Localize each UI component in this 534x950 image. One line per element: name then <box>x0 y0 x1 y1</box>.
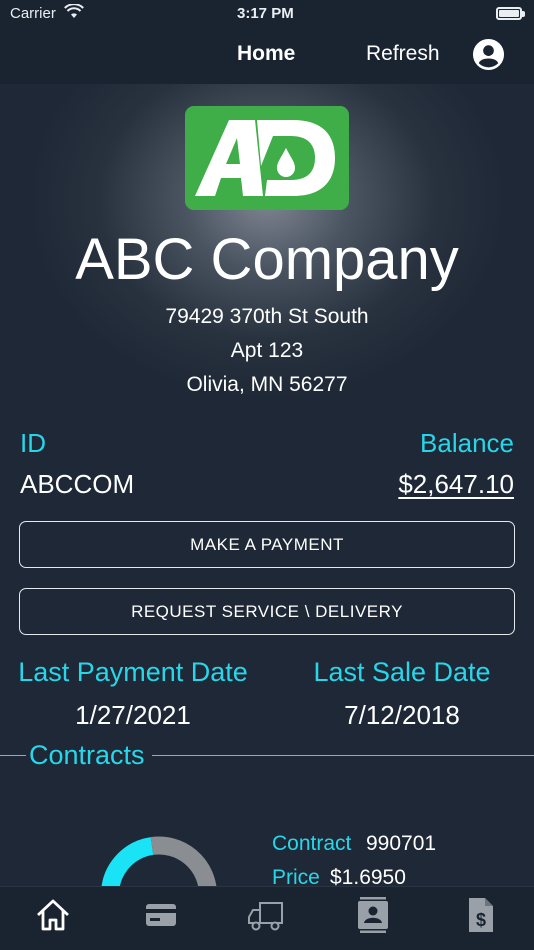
status-bar: Carrier 3:17 PM <box>0 0 534 28</box>
invoice-dollar-icon[interactable]: $ <box>460 895 500 935</box>
company-logo <box>185 106 349 210</box>
battery-icon <box>496 7 525 20</box>
carrier-label: Carrier <box>10 5 56 22</box>
contracts-divider-right <box>152 755 534 756</box>
wifi-icon <box>64 4 84 18</box>
svg-text:$: $ <box>476 910 486 930</box>
address-line-3: Olivia, MN 56277 <box>186 373 348 396</box>
last-payment-date-value: 1/27/2021 <box>75 700 191 730</box>
top-nav-bar: Home Refresh <box>0 28 534 84</box>
last-sale-date-label: Last Sale Date <box>313 657 491 687</box>
profile-icon[interactable] <box>472 38 505 71</box>
id-value: ABCCOM <box>20 469 135 499</box>
contract-label: Contract <box>272 832 352 855</box>
logo-ad-mark <box>195 120 335 196</box>
balance-value-link[interactable]: $2,647.10 <box>398 469 514 500</box>
contracts-divider-left <box>0 755 26 756</box>
nav-refresh-button[interactable]: Refresh <box>366 42 440 66</box>
id-label: ID <box>20 428 46 458</box>
balance-label: Balance <box>420 428 514 458</box>
contract-value: 990701 <box>366 832 437 855</box>
address-line-2: Apt 123 <box>230 339 304 362</box>
company-name: ABC Company <box>75 227 459 292</box>
home-icon[interactable] <box>33 895 73 935</box>
request-service-button[interactable]: REQUEST SERVICE \ DELIVERY <box>19 588 515 635</box>
contact-icon[interactable] <box>353 895 393 935</box>
nav-home-link[interactable]: Home <box>237 42 295 66</box>
contracts-title: Contracts <box>29 740 145 770</box>
address-line-1: 79429 370th St South <box>165 305 369 328</box>
bottom-tab-bar: $ <box>0 886 534 950</box>
truck-icon[interactable] <box>246 895 286 935</box>
last-payment-date-label: Last Payment Date <box>18 657 248 687</box>
credit-card-icon[interactable] <box>141 895 181 935</box>
app-screen: Carrier 3:17 PM Home Refresh ABC Company <box>0 0 534 950</box>
status-time: 3:17 PM <box>237 5 294 22</box>
make-payment-button[interactable]: MAKE A PAYMENT <box>19 521 515 568</box>
last-sale-date-value: 7/12/2018 <box>344 700 460 730</box>
